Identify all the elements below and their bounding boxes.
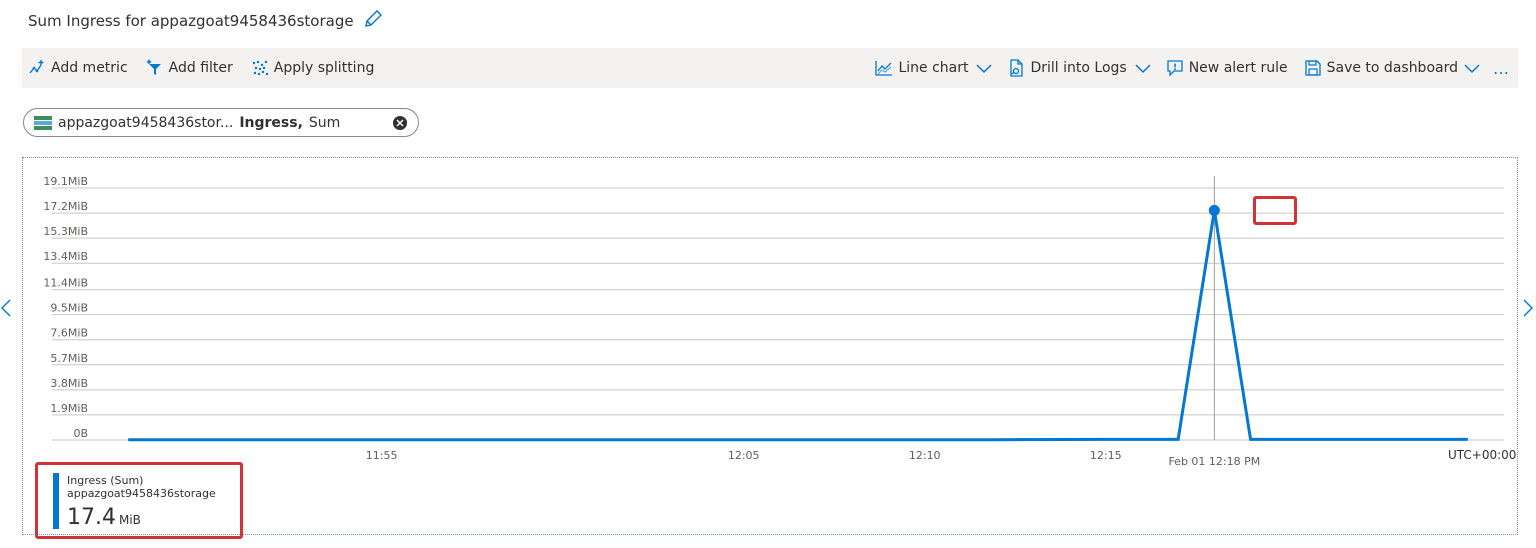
x-tick-label: 11:55 <box>366 449 398 462</box>
chart-legend[interactable]: Ingress (Sum) appazgoat9458436storage 17… <box>35 462 243 539</box>
timezone-label: UTC+00:00 <box>1448 448 1516 462</box>
legend-value-number: 17.4 <box>67 505 116 530</box>
legend-metric: Ingress (Sum) <box>67 474 144 487</box>
legend-resource: appazgoat9458436storage <box>67 487 216 500</box>
y-tick-label: 3.8MiB <box>50 377 88 390</box>
x-tick-label: 12:05 <box>728 449 760 462</box>
y-tick-label: 1.9MiB <box>50 402 88 415</box>
y-tick-label: 7.6MiB <box>50 327 88 340</box>
hover-time-label: Feb 01 12:18 PM <box>1168 455 1260 468</box>
hover-data-point <box>1208 204 1220 216</box>
y-tick-label: 15.3MiB <box>43 225 88 238</box>
legend-color-bar <box>53 473 59 529</box>
y-tick-label: 19.1MiB <box>43 175 88 188</box>
x-tick-label: 12:15 <box>1090 449 1122 462</box>
y-tick-label: 0B <box>73 427 88 440</box>
x-tick-label: 12:10 <box>909 449 941 462</box>
series-line <box>128 210 1468 442</box>
y-tick-label: 17.2MiB <box>43 200 88 213</box>
y-tick-label: 11.4MiB <box>43 277 88 290</box>
y-tick-label: 9.5MiB <box>50 302 88 315</box>
legend-value: 17.4 MiB <box>67 505 141 530</box>
y-tick-label: 13.4MiB <box>43 250 88 263</box>
y-tick-label: 5.7MiB <box>50 352 88 365</box>
legend-value-unit: MiB <box>118 513 141 527</box>
peak-highlight-box <box>1253 196 1297 225</box>
